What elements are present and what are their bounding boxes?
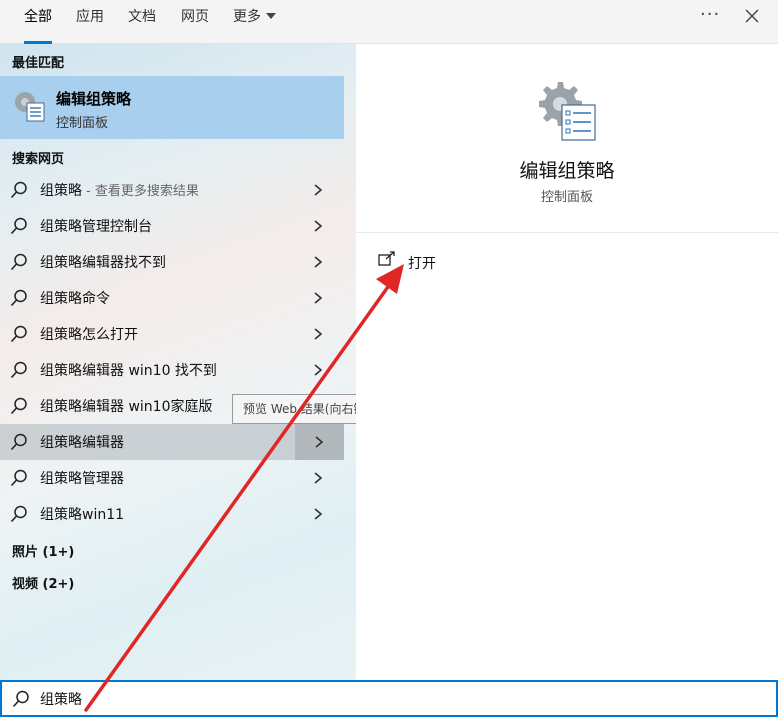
best-match-subtitle: 控制面板	[56, 116, 109, 131]
web-result-text: 组策略编辑器找不到	[40, 255, 166, 271]
group-policy-icon	[15, 92, 45, 122]
photos-heading[interactable]: 照片 (1+)	[12, 541, 74, 560]
web-result-label: 组策略管理器	[40, 468, 124, 488]
search-icon	[10, 361, 27, 379]
chevron-right-icon[interactable]	[312, 507, 324, 521]
search-icon	[10, 433, 27, 451]
web-search-heading: 搜索网页	[12, 152, 65, 167]
best-match-heading: 最佳匹配	[12, 56, 65, 71]
search-input[interactable]: 组策略	[0, 680, 778, 717]
preview-panel: 编辑组策略 控制面板 打开	[356, 44, 778, 680]
web-result-item[interactable]: 组策略编辑器 win10 找不到	[0, 352, 344, 388]
web-result-item[interactable]: 组策略 - 查看更多搜索结果	[0, 172, 344, 208]
open-action[interactable]: 打开	[408, 253, 436, 273]
search-icon	[10, 289, 27, 307]
chevron-right-icon[interactable]	[312, 471, 324, 485]
chevron-right-icon[interactable]	[312, 291, 324, 305]
web-result-item[interactable]: 组策略怎么打开	[0, 316, 344, 352]
web-result-label: 组策略怎么打开	[40, 324, 138, 344]
tab-all[interactable]: 全部	[24, 0, 52, 44]
close-icon[interactable]	[742, 6, 762, 26]
web-result-label: 组策略编辑器 win10 找不到	[40, 360, 217, 380]
web-result-text: 组策略怎么打开	[40, 327, 138, 343]
web-result-text: 组策略编辑器	[40, 435, 124, 451]
chevron-right-icon[interactable]	[312, 327, 324, 341]
search-query: 组策略	[40, 692, 82, 708]
search-icon	[10, 253, 27, 271]
web-result-item[interactable]: 组策略命令	[0, 280, 344, 316]
chevron-down-icon	[266, 13, 276, 19]
web-result-item[interactable]: 组策略管理控制台	[0, 208, 344, 244]
best-match-title: 编辑组策略	[56, 90, 132, 108]
results-panel: 最佳匹配 编辑组策略 控制面板 搜索网页 组策略 - 查看更多搜索结果组策略管理控…	[0, 44, 356, 680]
web-result-text: 组策略编辑器 win10家庭版	[40, 399, 213, 415]
search-icon	[10, 397, 27, 415]
preview-title: 编辑组策略	[519, 160, 615, 182]
search-icon	[12, 690, 29, 708]
group-policy-icon	[539, 82, 596, 141]
search-icon	[10, 217, 27, 235]
chevron-right-icon[interactable]	[312, 255, 324, 269]
tab-more[interactable]: 更多	[233, 0, 276, 44]
tab-documents[interactable]: 文档	[128, 0, 156, 44]
web-result-text: 组策略管理器	[40, 471, 124, 487]
preview-subtitle: 控制面板	[540, 190, 593, 205]
web-result-hint: - 查看更多搜索结果	[86, 184, 199, 199]
web-result-item[interactable]: 组策略管理器	[0, 460, 344, 496]
web-result-text: 组策略编辑器 win10 找不到	[40, 363, 217, 379]
web-result-text: 组策略命令	[40, 291, 110, 307]
web-result-text: 组策略win11	[40, 507, 125, 523]
web-result-label: 组策略 - 查看更多搜索结果	[40, 180, 199, 200]
chevron-right-icon[interactable]	[312, 219, 324, 233]
web-result-text: 组策略管理控制台	[40, 219, 152, 235]
chevron-right-icon[interactable]	[312, 363, 324, 377]
tab-web[interactable]: 网页	[181, 0, 209, 44]
best-match-item[interactable]: 编辑组策略 控制面板	[0, 76, 344, 139]
open-icon	[378, 251, 395, 266]
tab-more-label: 更多	[233, 9, 261, 25]
ellipsis-icon[interactable]: ···	[700, 4, 720, 25]
web-result-label: 组策略命令	[40, 288, 110, 308]
web-result-label: 组策略管理控制台	[40, 216, 152, 236]
chevron-right-icon[interactable]	[313, 435, 325, 449]
web-result-item[interactable]: 组策略win11	[0, 496, 344, 532]
chevron-right-icon[interactable]	[312, 183, 324, 197]
search-icon	[10, 325, 27, 343]
tab-apps[interactable]: 应用	[76, 0, 104, 44]
web-result-label: 组策略编辑器 win10家庭版	[40, 396, 212, 416]
videos-heading[interactable]: 视频 (2+)	[12, 573, 74, 592]
web-result-item[interactable]: 组策略编辑器	[0, 424, 344, 460]
web-result-label: 组策略win11	[40, 504, 124, 524]
web-result-label: 组策略编辑器找不到	[40, 252, 166, 272]
web-result-label: 组策略编辑器	[40, 432, 124, 452]
search-icon	[10, 469, 27, 487]
web-result-text: 组策略	[40, 183, 82, 199]
divider	[356, 232, 778, 233]
search-scope-tabs: 全部 应用 文档 网页 更多 ···	[0, 0, 778, 44]
web-result-item[interactable]: 组策略编辑器找不到	[0, 244, 344, 280]
search-icon	[10, 505, 27, 523]
search-icon	[10, 181, 27, 199]
